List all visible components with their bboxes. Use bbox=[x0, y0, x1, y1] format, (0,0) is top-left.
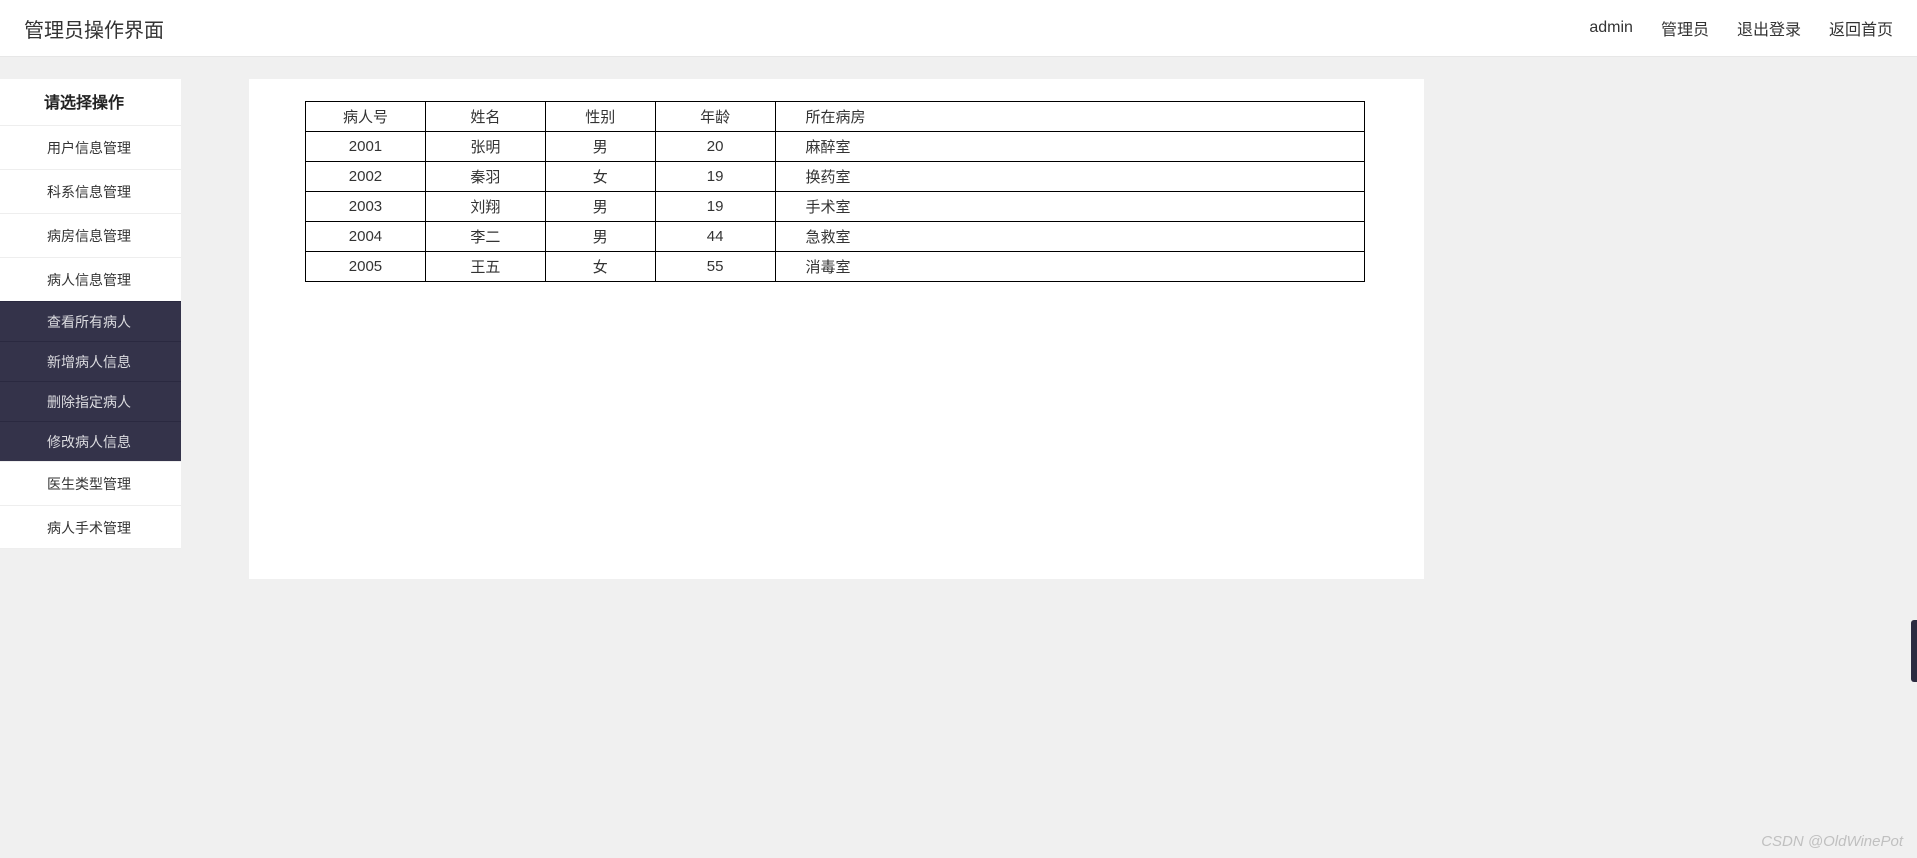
table-row: 2005王五女55消毒室 bbox=[306, 252, 1365, 282]
table-row: 2003刘翔男19手术室 bbox=[306, 192, 1365, 222]
patients-table: 病人号 姓名 性别 年龄 所在病房 2001张明男20麻醉室2002秦羽女19换… bbox=[305, 101, 1365, 282]
sidebar-sub-edit[interactable]: 修改病人信息 bbox=[0, 421, 181, 461]
sidebar-header: 请选择操作 bbox=[0, 79, 181, 125]
page-title: 管理员操作界面 bbox=[24, 14, 164, 43]
cell-name: 李二 bbox=[425, 222, 545, 252]
sidebar-item-dept-info[interactable]: 科系信息管理 bbox=[0, 169, 181, 213]
cell-id: 2003 bbox=[306, 192, 426, 222]
sidebar-sub-delete[interactable]: 删除指定病人 bbox=[0, 381, 181, 421]
cell-ward: 急救室 bbox=[775, 222, 1364, 252]
topbar-user[interactable]: admin bbox=[1589, 19, 1633, 37]
topbar: 管理员操作界面 admin 管理员 退出登录 返回首页 bbox=[0, 0, 1917, 57]
content-panel: 病人号 姓名 性别 年龄 所在病房 2001张明男20麻醉室2002秦羽女19换… bbox=[249, 79, 1424, 579]
cell-name: 张明 bbox=[425, 132, 545, 162]
cell-sex: 男 bbox=[545, 222, 655, 252]
cell-id: 2002 bbox=[306, 162, 426, 192]
cell-sex: 女 bbox=[545, 252, 655, 282]
topbar-home[interactable]: 返回首页 bbox=[1829, 16, 1893, 40]
topbar-role[interactable]: 管理员 bbox=[1661, 16, 1709, 40]
sidebar: 请选择操作 用户信息管理 科系信息管理 病房信息管理 病人信息管理 查看所有病人… bbox=[0, 79, 181, 549]
cell-age: 19 bbox=[655, 162, 775, 192]
cell-sex: 男 bbox=[545, 192, 655, 222]
cell-ward: 消毒室 bbox=[775, 252, 1364, 282]
cell-age: 44 bbox=[655, 222, 775, 252]
sidebar-sub-add[interactable]: 新增病人信息 bbox=[0, 341, 181, 381]
th-age: 年龄 bbox=[655, 102, 775, 132]
cell-age: 55 bbox=[655, 252, 775, 282]
cell-age: 19 bbox=[655, 192, 775, 222]
sidebar-item-surgery[interactable]: 病人手术管理 bbox=[0, 505, 181, 549]
edge-handle[interactable] bbox=[1911, 620, 1917, 682]
sidebar-item-ward-info[interactable]: 病房信息管理 bbox=[0, 213, 181, 257]
cell-age: 20 bbox=[655, 132, 775, 162]
cell-ward: 手术室 bbox=[775, 192, 1364, 222]
th-id: 病人号 bbox=[306, 102, 426, 132]
table-row: 2001张明男20麻醉室 bbox=[306, 132, 1365, 162]
table-header-row: 病人号 姓名 性别 年龄 所在病房 bbox=[306, 102, 1365, 132]
th-ward: 所在病房 bbox=[775, 102, 1364, 132]
cell-sex: 男 bbox=[545, 132, 655, 162]
cell-id: 2001 bbox=[306, 132, 426, 162]
cell-ward: 麻醉室 bbox=[775, 132, 1364, 162]
topbar-logout[interactable]: 退出登录 bbox=[1737, 16, 1801, 40]
cell-name: 秦羽 bbox=[425, 162, 545, 192]
th-name: 姓名 bbox=[425, 102, 545, 132]
table-row: 2004李二男44急救室 bbox=[306, 222, 1365, 252]
cell-id: 2005 bbox=[306, 252, 426, 282]
sidebar-item-user-info[interactable]: 用户信息管理 bbox=[0, 125, 181, 169]
cell-name: 刘翔 bbox=[425, 192, 545, 222]
sidebar-item-doctor-type[interactable]: 医生类型管理 bbox=[0, 461, 181, 505]
cell-id: 2004 bbox=[306, 222, 426, 252]
th-sex: 性别 bbox=[545, 102, 655, 132]
sidebar-item-patient-info[interactable]: 病人信息管理 bbox=[0, 257, 181, 301]
cell-name: 王五 bbox=[425, 252, 545, 282]
watermark: CSDN @OldWinePot bbox=[1761, 833, 1903, 850]
cell-sex: 女 bbox=[545, 162, 655, 192]
cell-ward: 换药室 bbox=[775, 162, 1364, 192]
table-row: 2002秦羽女19换药室 bbox=[306, 162, 1365, 192]
sidebar-sub-view-all[interactable]: 查看所有病人 bbox=[0, 301, 181, 341]
